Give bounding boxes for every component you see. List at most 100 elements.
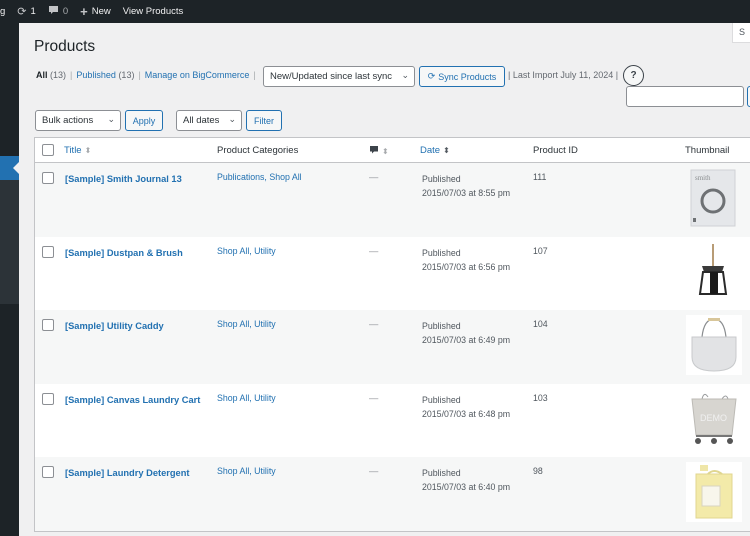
product-status: Published [422, 174, 461, 184]
product-date-value: 2015/07/03 at 6:49 pm [422, 335, 511, 345]
product-categories[interactable]: Shop All, Utility [217, 246, 276, 256]
product-status: Published [422, 394, 461, 405]
sync-products-button[interactable]: ⟳ Sync Products [419, 66, 505, 87]
column-date-label: Date [420, 145, 441, 156]
sort-icon: ⬍ [443, 146, 450, 155]
new-label: New [91, 6, 111, 17]
product-date: Published 2015/07/03 at 6:56 pm [422, 246, 510, 274]
row-checkbox[interactable] [42, 172, 54, 184]
updates-link[interactable]: ⟳ 1 [17, 5, 36, 18]
plus-icon: + [80, 4, 88, 19]
product-title-link[interactable]: [Sample] Dustpan & Brush [65, 246, 205, 260]
table-row: [Sample] Laundry Detergent Shop All, Uti… [35, 457, 750, 531]
admin-bar: g ⟳ 1 0 + New View Products [0, 0, 750, 23]
apply-button[interactable]: Apply [125, 110, 163, 131]
product-thumbnail-dustpan[interactable] [686, 242, 742, 302]
column-comments[interactable]: ⬍ [369, 145, 389, 158]
svg-text:DEMO: DEMO [700, 413, 727, 423]
product-date: Published 2015/07/03 at 6:49 pm [422, 319, 510, 347]
view-published[interactable]: Published (13) [76, 70, 134, 80]
comments-count: — [369, 245, 379, 256]
product-thumbnail-caddy[interactable] [686, 315, 742, 375]
product-date-value: 2015/07/03 at 6:40 pm [422, 482, 511, 492]
screen-options-button[interactable]: S [732, 23, 750, 43]
product-date-value: 2015/07/03 at 6:48 pm [422, 408, 511, 419]
view-products-link[interactable]: View Products [123, 6, 184, 17]
column-product-id-label: Product ID [533, 145, 578, 156]
row-checkbox[interactable] [42, 319, 54, 331]
view-all[interactable]: All (13) [36, 70, 66, 80]
comments-link[interactable]: 0 [48, 5, 68, 18]
updates-count: 1 [30, 6, 36, 17]
sync-mode-select[interactable]: New/Updated since last sync ⌄ [263, 66, 415, 87]
main-content: S Products All (13) | Published (13) | M… [19, 23, 750, 536]
comment-bubble-icon [369, 145, 379, 158]
updates-icon: ⟳ [17, 6, 27, 18]
table-row: [Sample] Canvas Laundry Cart Shop All, U… [35, 384, 750, 458]
product-date-value: 2015/07/03 at 6:56 pm [422, 261, 511, 272]
search-products-input[interactable] [626, 86, 744, 107]
product-thumbnail-detergent[interactable] [686, 462, 742, 522]
bulk-actions-select[interactable]: Bulk actions ⌄ [35, 110, 121, 131]
comment-icon [48, 5, 59, 18]
help-button[interactable]: ? [623, 65, 644, 86]
comments-count: 0 [62, 6, 69, 17]
product-categories[interactable]: Publications, Shop All [217, 172, 302, 182]
sort-icon: ⬍ [382, 147, 389, 156]
product-status: Published [422, 468, 461, 478]
admin-sidebar [0, 23, 19, 536]
sync-icon: ⟳ [427, 71, 436, 81]
product-id: 103 [533, 392, 548, 403]
row-checkbox[interactable] [42, 466, 54, 478]
view-all-label: All [36, 70, 48, 80]
product-categories[interactable]: Shop All, Utility [217, 466, 276, 476]
row-checkbox[interactable] [42, 245, 54, 258]
product-id: 111 [533, 172, 547, 182]
new-content-link[interactable]: + New [80, 4, 111, 19]
filter-button[interactable]: Filter [246, 110, 282, 131]
product-id: 107 [533, 245, 548, 256]
table-row: [Sample] Utility Caddy Shop All, Utility… [35, 310, 750, 384]
table-row: [Sample] Smith Journal 13 Publications, … [35, 163, 750, 237]
product-thumbnail-cart[interactable]: DEMO [686, 389, 742, 449]
product-title-link[interactable]: [Sample] Smith Journal 13 [65, 172, 205, 186]
product-title-link[interactable]: [Sample] Canvas Laundry Cart [65, 393, 205, 407]
help-icon: ? [630, 70, 637, 81]
site-name-link[interactable]: g [0, 6, 5, 17]
product-id: 98 [533, 466, 543, 476]
separator: | [253, 70, 256, 80]
product-date: Published 2015/07/03 at 6:48 pm [422, 393, 510, 421]
row-checkbox[interactable] [42, 392, 54, 405]
product-categories[interactable]: Shop All, Utility [217, 393, 276, 403]
sidebar-submenu[interactable] [0, 180, 19, 304]
chevron-down-icon: ⌄ [228, 114, 236, 124]
last-import-text: | Last Import July 11, 2024 | [508, 70, 619, 80]
product-date: Published 2015/07/03 at 8:55 pm [422, 172, 510, 200]
sort-icon: ⬍ [84, 146, 92, 155]
screen-options-label: S [739, 27, 746, 37]
product-categories[interactable]: Shop All, Utility [217, 319, 276, 329]
manage-on-bigcommerce-link[interactable]: Manage on BigCommerce [145, 70, 250, 80]
product-title-link[interactable]: [Sample] Utility Caddy [65, 319, 205, 333]
column-thumbnail: Thumbnail [685, 145, 729, 156]
view-all-count: (13) [50, 70, 67, 80]
sync-mode-value: New/Updated since last sync [270, 71, 392, 82]
column-title[interactable]: Title ⬍ [64, 145, 91, 156]
column-date[interactable]: Date ⬍ [420, 145, 450, 156]
chevron-down-icon: ⌄ [107, 114, 115, 124]
view-products-label: View Products [122, 6, 184, 17]
column-categories-label: Product Categories [217, 145, 299, 156]
date-filter-select[interactable]: All dates ⌄ [176, 110, 242, 131]
comments-count: — [369, 466, 379, 476]
view-published-count: (13) [118, 70, 135, 80]
sync-products-label: Sync Products [438, 71, 497, 82]
chevron-down-icon: ⌄ [401, 70, 409, 80]
product-date: Published 2015/07/03 at 6:40 pm [422, 466, 510, 494]
table-row: [Sample] Dustpan & Brush Shop All, Utili… [35, 237, 750, 311]
product-thumbnail-journal[interactable]: smith [686, 168, 742, 228]
product-title-link[interactable]: [Sample] Laundry Detergent [65, 466, 205, 480]
select-all-checkbox[interactable] [42, 144, 54, 156]
svg-text:smith: smith [695, 174, 711, 182]
view-published-link[interactable]: Published [76, 70, 116, 80]
product-date-value: 2015/07/03 at 8:55 pm [422, 188, 511, 198]
